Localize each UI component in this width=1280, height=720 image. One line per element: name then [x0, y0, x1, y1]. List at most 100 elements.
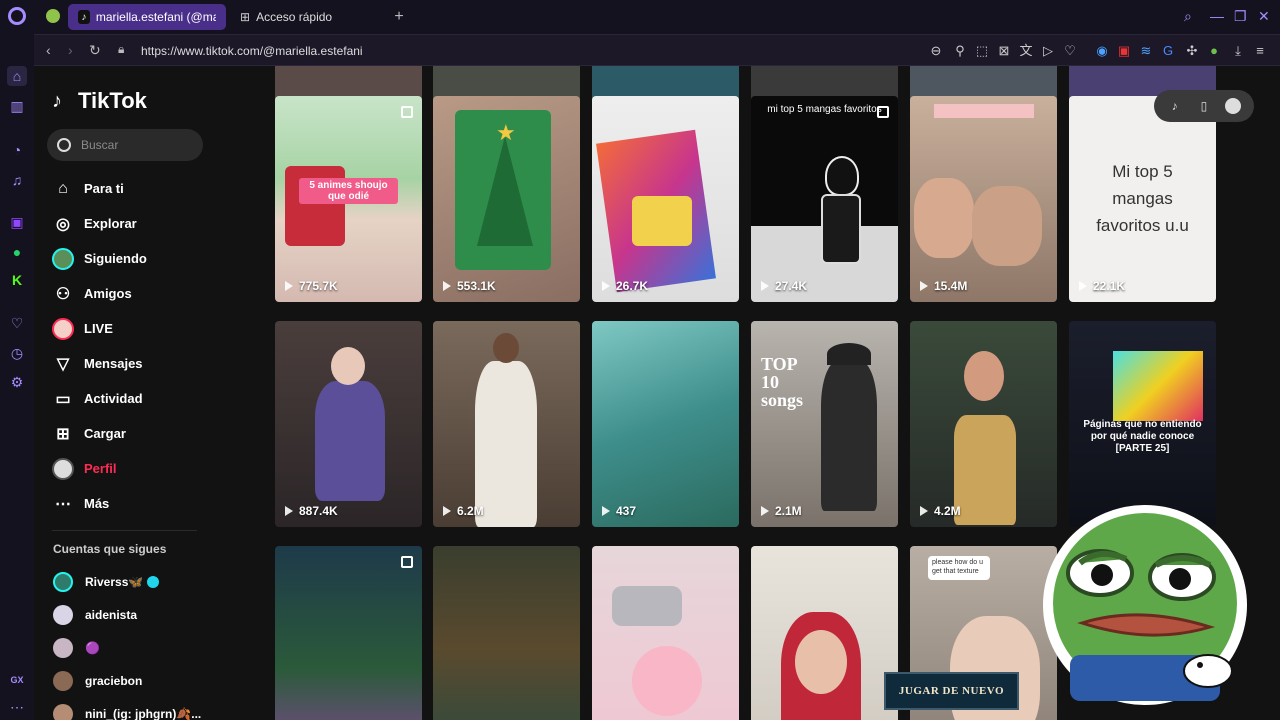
avatar — [53, 703, 73, 720]
nav-item-siguiendo[interactable]: Siguiendo — [52, 241, 212, 276]
video-thumbnail[interactable]: Mi top 5 mangas favoritos u.u 22.1K — [1069, 96, 1216, 302]
play-icon — [285, 281, 293, 291]
download-icon[interactable]: ⤓ — [1230, 43, 1246, 59]
video-thumbnail[interactable]: 15.4M — [910, 96, 1057, 302]
account-name: Riverss🦋 — [85, 574, 144, 589]
tab-label: mariella.estefani (@mariell — [95, 10, 216, 24]
aria-icon[interactable]: ◔ — [7, 140, 27, 160]
video-thumbnail[interactable]: 5 animes shoujo que odié 775.7K — [275, 96, 422, 302]
back-icon[interactable]: ‹ — [46, 42, 51, 58]
workspaces-icon[interactable]: ▥ — [7, 96, 27, 116]
video-thumbnail[interactable]: 4.2M — [910, 321, 1057, 527]
snapshot-icon[interactable]: ⬚ — [974, 43, 990, 59]
video-thumbnail[interactable]: 887.4K — [275, 321, 422, 527]
restore-icon[interactable]: ❐ — [1234, 8, 1247, 25]
following-account[interactable]: nini_(ig: jphgrn)🍂... — [53, 697, 223, 720]
translate-icon[interactable]: 文 — [1018, 43, 1034, 59]
plus-square-icon: ⊞ — [56, 425, 70, 443]
extension-icon[interactable]: ● — [1206, 43, 1222, 59]
view-count: 27.4K — [761, 279, 807, 293]
following-account[interactable]: aidenista — [53, 598, 223, 631]
menu-icon[interactable]: ≡ — [1252, 43, 1268, 59]
pin-icon[interactable]: ⚲ — [952, 43, 968, 59]
opera-logo-icon[interactable] — [8, 7, 26, 25]
nav-item-mensajes[interactable]: ▽ Mensajes — [52, 346, 212, 381]
nav-item-actividad[interactable]: ▭ Actividad — [52, 381, 212, 416]
heart-icon[interactable]: ♡ — [1062, 43, 1078, 59]
following-account[interactable]: 🟣 — [53, 631, 223, 664]
music-icon[interactable]: ♫ — [7, 170, 27, 190]
home-icon: ⌂ — [58, 179, 68, 197]
video-thumbnail[interactable]: TOP 10 songs 2.1M — [751, 321, 898, 527]
video-thumbnail[interactable]: mi top 5 mangas favoritos 27.4K — [751, 96, 898, 302]
video-thumbnail[interactable] — [433, 546, 580, 720]
nav-item-cargar[interactable]: ⊞ Cargar — [52, 416, 212, 451]
video-thumbnail[interactable]: 6.2M — [433, 321, 580, 527]
video-thumbnail[interactable]: 26.7K — [592, 96, 739, 302]
send-icon: ▽ — [56, 355, 70, 373]
video-caption: Mi top 5 mangas favoritos u.u — [1096, 162, 1189, 235]
home-icon[interactable]: ⌂ — [7, 66, 27, 86]
play-icon — [761, 506, 769, 516]
gx-corner-icon[interactable] — [46, 9, 60, 23]
extensions-puzzle-icon[interactable]: ✣ — [1184, 43, 1200, 59]
new-tab-button[interactable]: + — [390, 8, 408, 26]
video-thumbnail[interactable] — [275, 546, 422, 720]
replay-button[interactable]: JUGAR DE NUEVO — [884, 672, 1019, 710]
video-thumbnail[interactable] — [592, 546, 739, 720]
search-box[interactable] — [47, 129, 203, 161]
nav-item-live[interactable]: LIVE — [52, 311, 212, 346]
pinned-icon — [877, 106, 889, 118]
tab-tiktok[interactable]: ♪ mariella.estefani (@mariell — [68, 4, 226, 30]
following-account[interactable]: Riverss🦋 — [53, 565, 223, 598]
extension-icon[interactable]: G — [1160, 43, 1176, 59]
nav-item-explorar[interactable]: ◎ Explorar — [52, 206, 212, 241]
more-icon[interactable]: ⋯ — [7, 697, 27, 717]
divider — [52, 530, 197, 531]
friends-icon: ⚇ — [55, 285, 71, 303]
nav-item-para-ti[interactable]: ⌂ Para ti — [52, 171, 212, 206]
play-icon — [602, 281, 610, 291]
settings-icon[interactable]: ⚙ — [7, 372, 27, 392]
forward-icon[interactable]: › — [68, 42, 73, 58]
tab-speed-dial[interactable]: ⊞ Acceso rápido — [230, 4, 370, 30]
search-icon[interactable]: ⌕ — [1184, 8, 1192, 25]
nav-item-perfil[interactable]: Perfil — [52, 451, 212, 486]
close-icon[interactable]: ✕ — [1258, 8, 1270, 25]
whatsapp-icon[interactable]: ● — [7, 242, 27, 262]
nav-item-amigos[interactable]: ⚇ Amigos — [52, 276, 212, 311]
inbox-icon: ▭ — [55, 390, 71, 408]
zoom-icon[interactable]: ⊖ — [928, 43, 944, 59]
heart-icon[interactable]: ♡ — [7, 313, 27, 333]
kick-icon[interactable]: K — [7, 270, 27, 290]
minimize-icon[interactable]: — — [1210, 8, 1224, 24]
main-nav: ⌂ Para ti ◎ Explorar Siguiendo ⚇ Amigos … — [52, 171, 212, 521]
extension-icon[interactable]: ◉ — [1094, 43, 1110, 59]
reload-icon[interactable]: ↻ — [89, 42, 101, 59]
adblock-icon[interactable]: ⊠ — [996, 43, 1012, 59]
video-thumbnail[interactable]: 437 — [592, 321, 739, 527]
view-count: 15.4M — [920, 279, 967, 293]
avatar[interactable] — [1225, 98, 1242, 114]
twitch-icon[interactable]: ▣ — [7, 212, 27, 232]
extension-icon[interactable]: ▣ — [1116, 43, 1132, 59]
nav-label: Siguiendo — [84, 251, 147, 266]
play-icon — [1079, 281, 1087, 291]
phone-icon[interactable]: ▯ — [1196, 98, 1212, 114]
following-account[interactable]: graciebon — [53, 664, 223, 697]
nav-label: Cargar — [84, 426, 126, 441]
tiktok-logo[interactable]: ♪ TikTok — [52, 88, 147, 114]
play-icon[interactable]: ▷ — [1040, 43, 1056, 59]
history-icon[interactable]: ◷ — [7, 343, 27, 363]
floating-controls: ♪ ▯ — [1154, 90, 1254, 122]
video-thumbnail[interactable] — [751, 546, 898, 720]
video-caption: Páginas que no entiendo por qué nadie co… — [1083, 419, 1202, 454]
nav-item-mas[interactable]: ⋯ Más — [52, 486, 212, 521]
url-field[interactable]: https://www.tiktok.com/@mariella.estefan… — [141, 44, 363, 58]
video-thumbnail[interactable]: ★ 553.1K — [433, 96, 580, 302]
lock-icon: 🔒︎ — [118, 42, 125, 56]
search-input[interactable] — [81, 138, 191, 152]
extension-icon[interactable]: ≋ — [1138, 43, 1154, 59]
nav-label: Para ti — [84, 181, 124, 196]
tiktok-note-icon[interactable]: ♪ — [1167, 98, 1183, 114]
